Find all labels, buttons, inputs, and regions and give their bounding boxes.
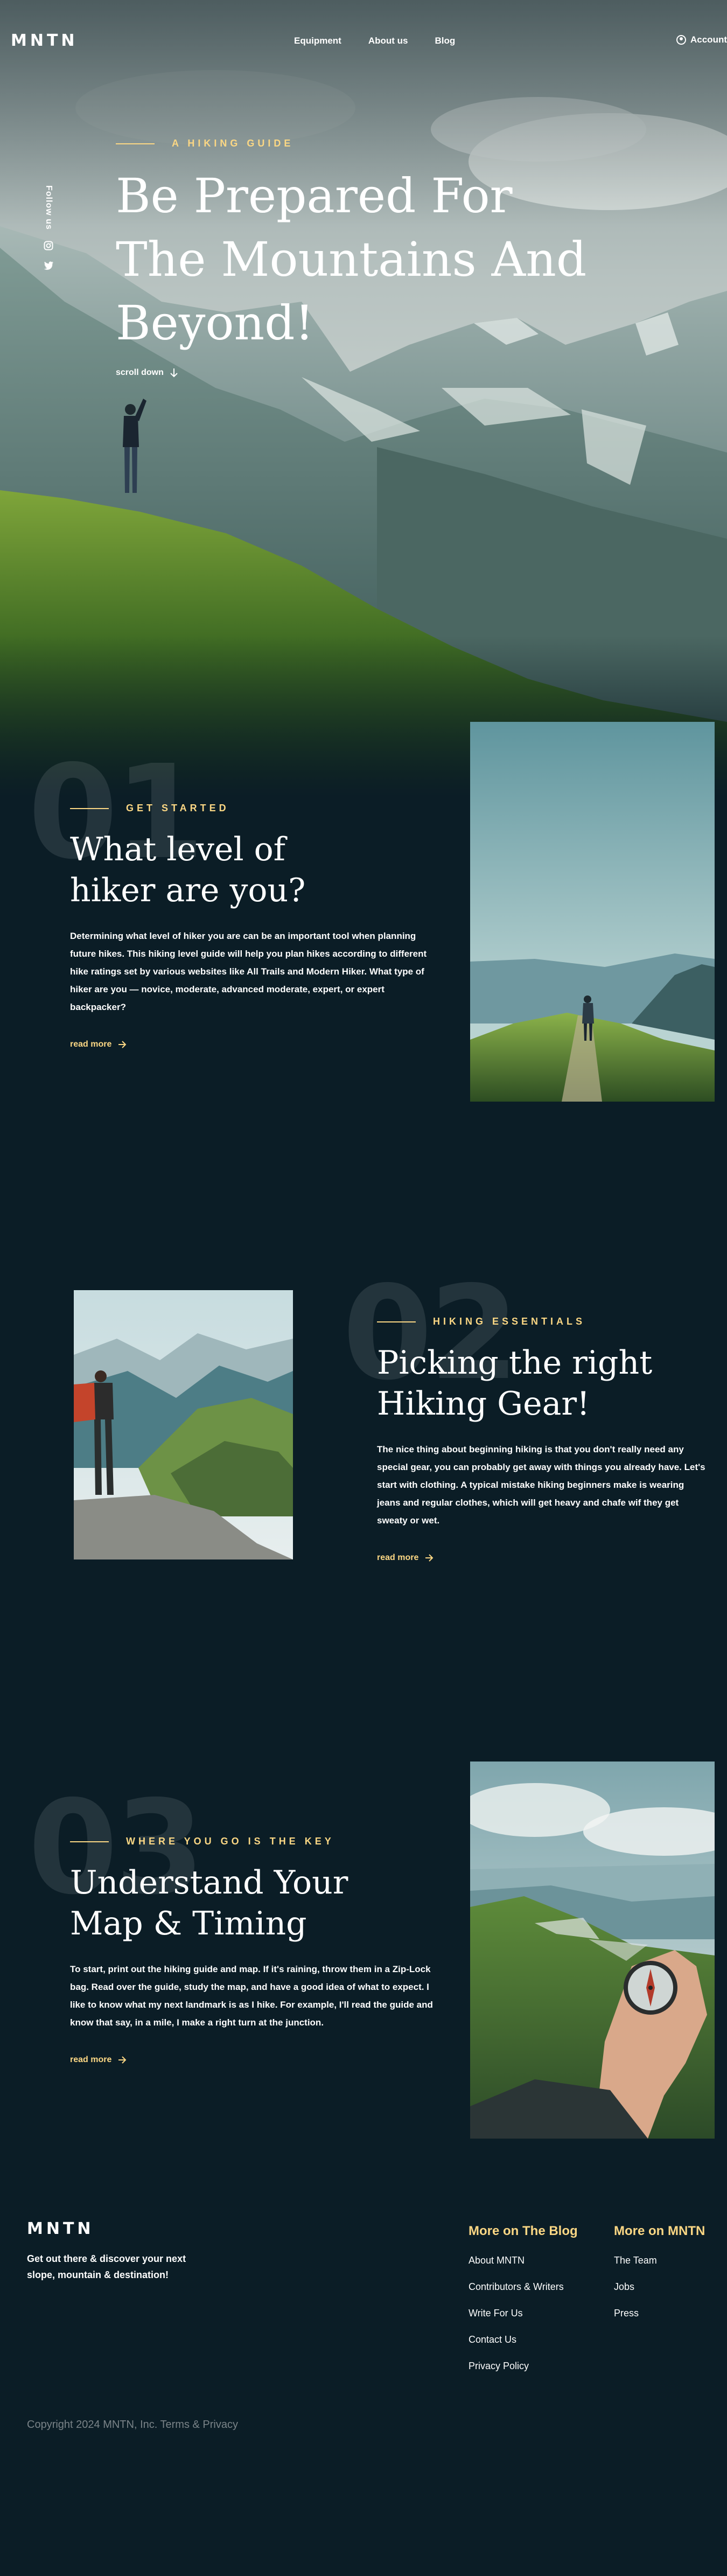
nav-link-equipment[interactable]: Equipment [294, 36, 341, 46]
read-more-label: read more [377, 1553, 419, 1562]
footer-link-jobs[interactable]: Jobs [614, 2281, 705, 2293]
hero-eyebrow: A Hiking Guide [116, 138, 600, 149]
follow-us-label: Follow us [44, 185, 53, 230]
footer-link-press[interactable]: Press [614, 2308, 705, 2319]
compass-photo [470, 1762, 715, 2139]
section-eyebrow: Hiking Essentials [377, 1316, 705, 1327]
site-logo[interactable]: MNTN [11, 31, 78, 50]
footer-logo[interactable]: MNTN [27, 2219, 94, 2238]
social-follow: Follow us [42, 185, 55, 270]
read-more-link[interactable]: read more [70, 2055, 442, 2065]
site-footer: MNTN Get out there & discover your next … [0, 2209, 727, 2576]
hiker-backpack-image [74, 1290, 293, 1559]
footer-link-about[interactable]: About MNTN [469, 2255, 578, 2266]
footer-link-contact[interactable]: Contact Us [469, 2334, 578, 2345]
section-title: Picking the right Hiking Gear! [377, 1344, 653, 1423]
scroll-down-label: scroll down [116, 368, 164, 377]
footer-tagline: Get out there & discover your next slope… [27, 2253, 186, 2280]
section-map-timing: 03 Where you go is the key Understand Yo… [0, 1762, 727, 2149]
hero-section: MNTN Equipment About us Blog Account Fol… [0, 0, 727, 797]
section-title: What level of hiker are you? [70, 831, 306, 909]
section-eyebrow: Where you go is the key [70, 1836, 442, 1847]
read-more-label: read more [70, 2055, 112, 2064]
hiker-trail-photo [470, 722, 715, 1102]
hero-eyebrow-text: A Hiking Guide [172, 138, 294, 149]
section-content: Hiking Essentials Picking the right Hiki… [377, 1316, 705, 1563]
eyebrow-line [116, 143, 155, 144]
scroll-down-button[interactable]: scroll down [116, 368, 600, 378]
section-body: The nice thing about beginning hiking is… [377, 1444, 705, 1526]
section-content: Where you go is the key Understand Your … [70, 1836, 442, 2065]
compass-image [470, 1762, 715, 2139]
eyebrow-line [70, 1841, 109, 1842]
account-button[interactable]: Account [676, 34, 727, 45]
eyebrow-line [377, 1321, 416, 1322]
nav-link-about-us[interactable]: About us [368, 36, 408, 46]
read-more-label: read more [70, 1040, 112, 1049]
footer-link-write-for-us[interactable]: Write For Us [469, 2308, 578, 2319]
read-more-link[interactable]: read more [70, 1040, 442, 1049]
account-label: Account [690, 34, 727, 45]
section-eyebrow-text: Where you go is the key [126, 1836, 334, 1847]
nav-link-blog[interactable]: Blog [435, 36, 456, 46]
eyebrow-line [70, 807, 109, 809]
section-eyebrow-text: Hiking Essentials [433, 1316, 586, 1327]
section-body: To start, print out the hiking guide and… [70, 1964, 433, 2028]
footer-mntn-column: More on MNTN The Team Jobs Press [614, 2224, 705, 2334]
footer-blog-column: More on The Blog About MNTN Contributors… [469, 2224, 578, 2387]
copyright-text: Copyright 2024 MNTN, Inc. Terms & Privac… [27, 2419, 238, 2431]
instagram-icon[interactable] [44, 241, 53, 250]
section-eyebrow-text: Get Started [126, 803, 229, 813]
footer-mntn-heading: More on MNTN [614, 2224, 705, 2238]
mountain-hero-image [0, 0, 727, 797]
section-get-started: 01 Get Started What level of hiker are y… [0, 722, 727, 1110]
hiker-trail-image [470, 722, 715, 1102]
footer-blog-heading: More on The Blog [469, 2224, 578, 2238]
hero-title: Be Prepared For The Mountains And Beyond… [116, 168, 587, 351]
arrow-right-icon [118, 1041, 127, 1048]
user-icon [676, 35, 686, 45]
section-title: Understand Your Map & Timing [70, 1864, 348, 1943]
section-hiking-essentials: 02 Hiking Essentials Picking the right H… [0, 1269, 727, 1570]
nav-links: Equipment About us Blog [294, 36, 482, 46]
section-body: Determining what level of hiker you are … [70, 931, 427, 1012]
arrow-right-icon [118, 2056, 127, 2064]
hero-content: A Hiking Guide Be Prepared For The Mount… [116, 138, 600, 378]
arrow-down-icon [170, 368, 178, 378]
twitter-icon[interactable] [44, 261, 53, 270]
arrow-right-icon [425, 1554, 434, 1562]
footer-link-contributors[interactable]: Contributors & Writers [469, 2281, 578, 2293]
section-content: Get Started What level of hiker are you?… [70, 803, 442, 1049]
footer-link-team[interactable]: The Team [614, 2255, 705, 2266]
footer-link-privacy[interactable]: Privacy Policy [469, 2361, 578, 2372]
top-navigation: MNTN Equipment About us Blog Account [0, 0, 727, 81]
hiker-backpack-photo [74, 1290, 293, 1559]
read-more-link[interactable]: read more [377, 1553, 705, 1563]
section-eyebrow: Get Started [70, 803, 442, 814]
